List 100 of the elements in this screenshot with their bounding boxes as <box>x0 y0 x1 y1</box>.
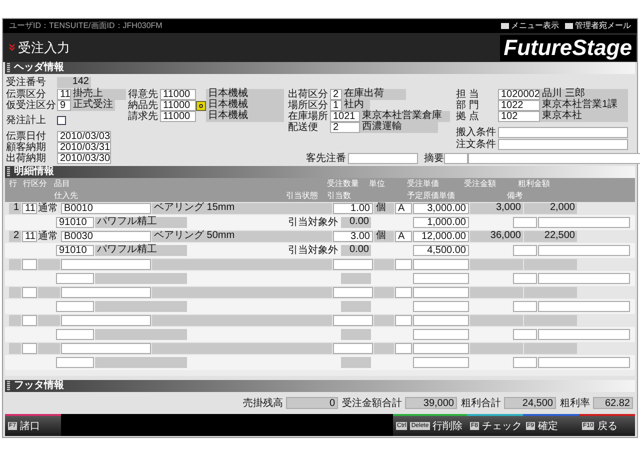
input-field[interactable]: A <box>395 231 412 242</box>
input-field[interactable] <box>348 153 418 164</box>
input-field[interactable]: 3,000.00 <box>413 203 469 214</box>
input-field[interactable] <box>513 217 537 228</box>
input-field[interactable] <box>538 357 630 368</box>
field-label: 搬入条件 <box>456 127 497 138</box>
input-field[interactable] <box>395 315 412 326</box>
input-field[interactable] <box>413 357 469 368</box>
grip-icon <box>7 63 10 73</box>
input-field[interactable] <box>538 245 630 256</box>
input-field[interactable] <box>413 343 469 354</box>
display-field: 日本機械 <box>206 89 284 100</box>
input-field[interactable] <box>56 273 94 284</box>
header-link[interactable]: 管理者宛メール <box>565 20 631 32</box>
line-type: 通常 <box>38 231 59 242</box>
column-title: 行区分 <box>23 178 48 190</box>
input-field[interactable]: 91010 <box>56 245 94 256</box>
field-label: 出荷区分 <box>288 89 329 100</box>
input-field[interactable] <box>61 259 151 270</box>
display-field: 東京本社営業倉庫 <box>360 111 450 122</box>
input-field[interactable] <box>413 301 469 312</box>
input-field[interactable] <box>538 273 630 284</box>
section-title: ヘッダ情報 <box>14 63 64 73</box>
input-field[interactable]: 1021 <box>330 111 360 122</box>
input-field[interactable]: 3.00 <box>333 231 373 242</box>
input-field[interactable] <box>333 287 373 298</box>
window-icon <box>501 23 509 29</box>
input-field[interactable] <box>61 315 151 326</box>
input-field[interactable]: 2 <box>330 122 360 133</box>
input-field[interactable]: 4,500.00 <box>413 245 469 256</box>
input-field[interactable] <box>56 301 94 312</box>
column-title: 受注数量 <box>327 178 360 190</box>
header-link[interactable]: メニュー表示 <box>501 20 559 32</box>
input-field[interactable] <box>538 301 630 312</box>
input-field[interactable]: 11000 <box>160 89 196 100</box>
input-field[interactable] <box>413 287 469 298</box>
input-field[interactable] <box>513 273 537 284</box>
input-field[interactable] <box>444 153 468 164</box>
input-field[interactable]: B0030 <box>61 231 151 242</box>
field-label: 場所区分 <box>288 100 329 111</box>
input-field[interactable]: 2 <box>330 89 342 100</box>
input-field[interactable]: 11 <box>57 89 71 100</box>
display-field: 東京本社営業1課 <box>540 100 628 111</box>
column-title: 単位 <box>369 178 386 190</box>
input-field[interactable] <box>395 343 412 354</box>
input-field[interactable] <box>61 343 151 354</box>
column-title: 行 <box>9 178 18 190</box>
input-field[interactable] <box>22 287 37 298</box>
field-label: 得意先 <box>128 89 159 100</box>
input-field[interactable] <box>22 343 37 354</box>
input-field[interactable] <box>413 259 469 270</box>
input-field[interactable]: 11 <box>22 203 37 214</box>
input-field[interactable]: A <box>395 203 412 214</box>
input-field[interactable] <box>395 259 412 270</box>
display-field <box>341 273 371 284</box>
input-field[interactable]: B0010 <box>61 203 151 214</box>
input-field[interactable] <box>413 315 469 326</box>
input-field[interactable] <box>56 329 94 340</box>
input-field[interactable] <box>22 315 37 326</box>
input-field[interactable]: 1 <box>330 100 342 111</box>
total-field: 62.82 <box>593 397 633 409</box>
input-field[interactable] <box>413 329 469 340</box>
input-field[interactable] <box>61 287 151 298</box>
input-field[interactable] <box>538 329 630 340</box>
input-field[interactable] <box>513 301 537 312</box>
input-field[interactable] <box>333 259 373 270</box>
input-field[interactable] <box>395 287 412 298</box>
allocation-status: 引当対象外 <box>288 244 339 258</box>
input-field[interactable] <box>56 357 94 368</box>
field-label: 発注計上 <box>6 114 47 126</box>
input-field[interactable] <box>538 217 630 228</box>
checkbox[interactable] <box>57 116 66 124</box>
input-field[interactable] <box>513 357 537 368</box>
input-field[interactable] <box>498 139 628 150</box>
input-field[interactable] <box>513 245 537 256</box>
input-field[interactable]: 2010/03/30 <box>57 153 111 164</box>
display-field: 2 <box>9 231 21 242</box>
input-field[interactable] <box>413 273 469 284</box>
input-field[interactable]: 11000 <box>160 111 196 122</box>
input-field[interactable]: 1022 <box>498 100 540 111</box>
input-field[interactable] <box>468 153 640 164</box>
input-field[interactable]: 11000 <box>160 100 196 111</box>
input-field[interactable]: 12,000.00 <box>413 231 469 242</box>
input-field[interactable] <box>333 315 373 326</box>
input-field[interactable] <box>333 343 373 354</box>
input-field[interactable]: 11 <box>22 231 37 242</box>
section-title: フッタ情報 <box>14 381 64 391</box>
input-field[interactable]: 102 <box>498 111 540 122</box>
input-field[interactable]: 91010 <box>56 217 94 228</box>
input-field[interactable]: 1,000.00 <box>413 217 469 228</box>
input-field[interactable]: 1.00 <box>333 203 373 214</box>
input-field[interactable] <box>498 127 628 138</box>
input-field[interactable]: 9 <box>57 100 71 111</box>
input-field[interactable]: 2010/03/31 <box>57 142 111 153</box>
search-icon[interactable] <box>196 100 206 110</box>
input-field[interactable] <box>513 329 537 340</box>
input-field[interactable] <box>22 259 37 270</box>
display-field: 品川 三郎 <box>540 89 628 100</box>
input-field[interactable]: 2010/03/03 <box>57 131 111 142</box>
field-label: 摘要 <box>424 153 444 164</box>
